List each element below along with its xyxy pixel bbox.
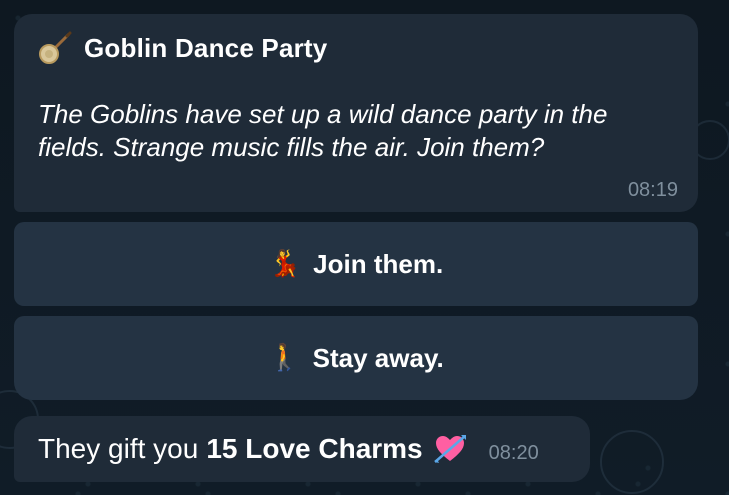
stay-away-label: Stay away. [312,342,444,373]
reply-text-bold: 15 Love Charms [206,433,423,464]
banjo-icon [39,31,72,64]
message-title-row: Goblin Dance Party [38,30,676,66]
join-them-button[interactable]: 💃 Join them. [14,222,698,306]
dancing-person-icon: 💃 [268,249,302,279]
reply-message-bubble: They gift you 15 Love Charms 08:20 [14,416,590,482]
walking-person-icon: 🚶 [268,343,301,373]
message-body: The Goblins have set up a wild dance par… [38,99,608,162]
reply-text-prefix: They gift you [38,433,199,464]
message-timestamp: 08:19 [627,179,678,201]
background-doodle [600,430,664,494]
join-them-label: Join them. [313,248,444,279]
message-title: Goblin Dance Party [84,32,328,63]
heart-with-arrow-icon [433,435,466,463]
bot-message-bubble: Goblin Dance Party The Goblins have set … [14,14,698,212]
stay-away-button[interactable]: 🚶 Stay away. [14,316,698,400]
reply-timestamp: 08:20 [488,441,539,464]
